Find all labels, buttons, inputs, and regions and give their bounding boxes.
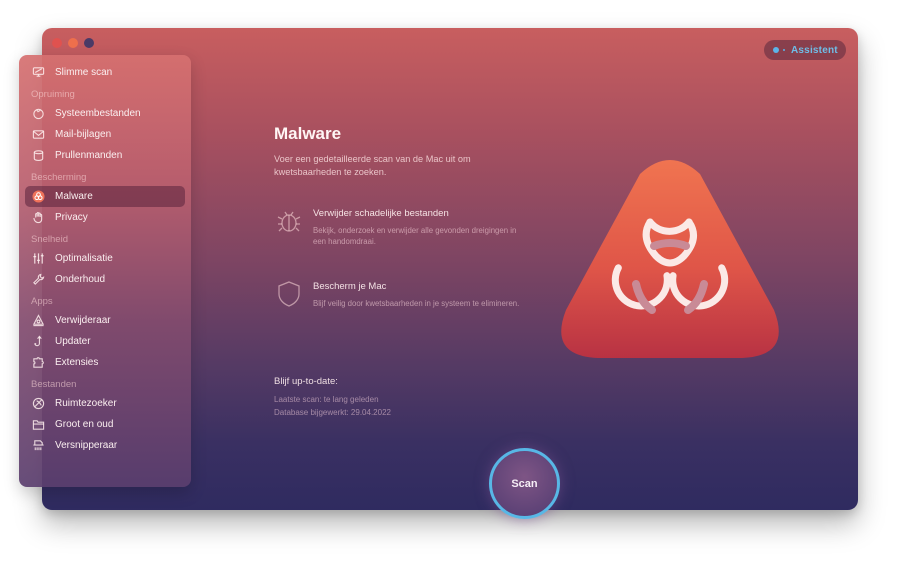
scan-button[interactable]: Scan <box>489 448 560 519</box>
module-header: Malware Voer een gedetailleerde scan van… <box>274 124 534 179</box>
last-scan-text: Laatste scan: te lang geleden <box>274 395 379 404</box>
update-status: Blijf up-to-date: Laatste scan: te lang … <box>274 376 391 419</box>
system-junk-icon <box>31 107 45 121</box>
minimize-window-button[interactable] <box>68 38 78 48</box>
database-updated-text: Database bijgewerkt: 29.04.2022 <box>274 408 391 417</box>
trash-bin-icon <box>31 149 45 163</box>
sidebar-item-versnipperaar[interactable]: Versnipperaar <box>25 435 185 456</box>
sidebar-item-label: Optimalisatie <box>55 253 113 264</box>
sidebar-item-optimalisatie[interactable]: Optimalisatie <box>25 248 185 269</box>
section-heading-bestanden: Bestanden <box>31 379 77 390</box>
sidebar-item-ruimtezoeker[interactable]: Ruimtezoeker <box>25 393 185 414</box>
biohazard-icon <box>31 190 45 204</box>
sidebar-item-prullenmanden[interactable]: Prullenmanden <box>25 145 185 166</box>
sidebar-item-label: Extensies <box>55 357 99 368</box>
feature-description: Blijf veilig door kwetsbaarheden in je s… <box>313 299 520 308</box>
scan-button-label: Scan <box>511 477 538 490</box>
section-heading-bescherming: Bescherming <box>31 172 87 183</box>
close-window-button[interactable] <box>52 38 62 48</box>
biohazard-hero-icon <box>552 152 788 364</box>
sidebar-item-label: Onderhoud <box>55 274 106 285</box>
status-heading: Blijf up-to-date: <box>274 376 338 387</box>
sidebar-item-mail-bijlagen[interactable]: Mail-bijlagen <box>25 124 185 145</box>
page-title: Malware <box>274 124 342 143</box>
sliders-icon <box>31 252 45 266</box>
sidebar-item-systeembestanden[interactable]: Systeembestanden <box>25 103 185 124</box>
sidebar-item-slimme-scan[interactable]: Slimme scan <box>25 62 185 83</box>
sidebar-item-malware[interactable]: Malware <box>25 186 185 207</box>
feature-protect-mac: Bescherm je Mac Blijf veilig door kwetsb… <box>274 279 524 311</box>
hand-icon <box>31 211 45 225</box>
sidebar-item-label: Groot en oud <box>55 419 114 430</box>
puzzle-icon <box>31 356 45 370</box>
sidebar-item-label: Mail-bijlagen <box>55 129 112 140</box>
wrench-icon <box>31 273 45 287</box>
sidebar-item-label: Privacy <box>55 212 88 223</box>
shield-icon <box>274 279 304 311</box>
shredder-icon <box>31 439 45 453</box>
bug-icon <box>274 206 304 238</box>
window-controls <box>52 38 94 48</box>
sidebar-item-updater[interactable]: Updater <box>25 331 185 352</box>
sidebar-item-privacy[interactable]: Privacy <box>25 207 185 228</box>
sidebar-item-onderhoud[interactable]: Onderhoud <box>25 269 185 290</box>
sidebar-item-verwijderaar[interactable]: Verwijderaar <box>25 310 185 331</box>
sidebar-item-label: Versnipperaar <box>55 440 118 451</box>
assistant-label: Assistent <box>791 44 838 56</box>
page-description: Voer een gedetailleerde scan van de Mac … <box>274 154 471 177</box>
assistant-dot-icon <box>783 49 785 51</box>
assistant-button[interactable]: Assistent <box>764 40 846 60</box>
assistant-status-icon <box>773 47 779 53</box>
feature-remove-threats: Verwijder schadelijke bestanden Bekijk, … <box>274 206 524 247</box>
sidebar-item-label: Prullenmanden <box>55 150 123 161</box>
sidebar-item-label: Slimme scan <box>55 67 113 78</box>
folder-icon <box>31 418 45 432</box>
feature-title: Verwijder schadelijke bestanden <box>313 208 449 219</box>
sidebar: Slimme scan Opruiming Systeembestanden M… <box>19 55 191 487</box>
monitor-scan-icon <box>31 66 45 80</box>
feature-title: Bescherm je Mac <box>313 281 387 292</box>
sidebar-item-label: Updater <box>55 336 91 347</box>
sidebar-item-groot-en-oud[interactable]: Groot en oud <box>25 414 185 435</box>
envelope-icon <box>31 128 45 142</box>
sidebar-item-label: Ruimtezoeker <box>55 398 117 409</box>
updater-icon <box>31 335 45 349</box>
maximize-window-button[interactable] <box>84 38 94 48</box>
feature-description: Bekijk, onderzoek en verwijder alle gevo… <box>313 226 517 246</box>
sidebar-item-extensies[interactable]: Extensies <box>25 352 185 373</box>
section-heading-opruiming: Opruiming <box>31 89 75 100</box>
sidebar-item-label: Malware <box>55 191 93 202</box>
space-lens-icon <box>31 397 45 411</box>
section-heading-apps: Apps <box>31 296 53 307</box>
section-heading-snelheid: Snelheid <box>31 234 68 245</box>
sidebar-item-label: Verwijderaar <box>55 315 111 326</box>
uninstaller-icon <box>31 314 45 328</box>
sidebar-item-label: Systeembestanden <box>55 108 141 119</box>
